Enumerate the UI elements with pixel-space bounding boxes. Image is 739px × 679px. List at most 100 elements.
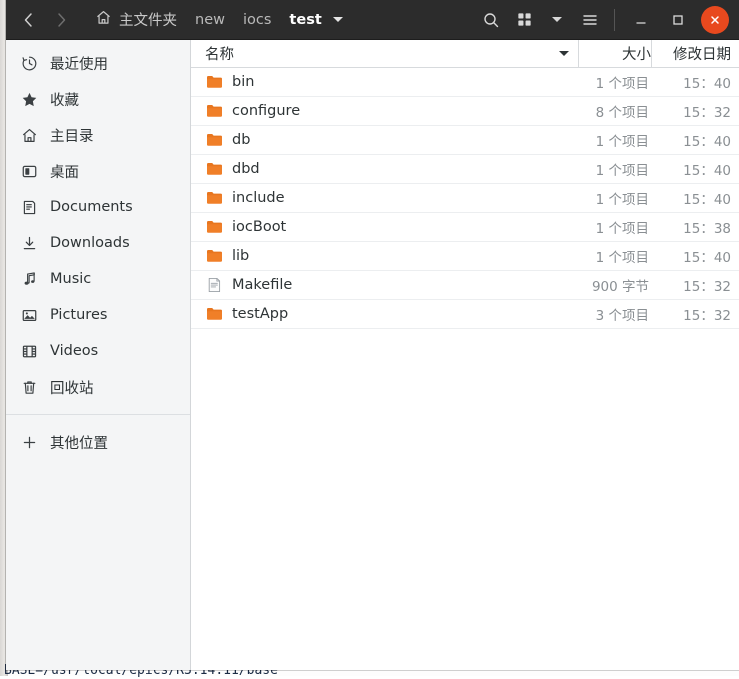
- table-row[interactable]: include1 个项目15：40: [191, 184, 739, 213]
- file-manager-window: 主文件夹 new iocs test: [6, 0, 739, 670]
- navigation-buttons: [6, 5, 76, 35]
- sidebar-label-pictures: Pictures: [50, 307, 107, 323]
- file-name-cell[interactable]: lib: [191, 248, 578, 264]
- sidebar-item-music[interactable]: Music: [6, 261, 190, 297]
- breadcrumb: 主文件夹 new iocs test: [86, 5, 352, 34]
- sidebar-label-trash: 回收站: [50, 377, 94, 398]
- breadcrumb-item-iocs[interactable]: iocs: [234, 8, 280, 32]
- breadcrumb-label-test: test: [289, 12, 321, 28]
- header-separator: [614, 9, 615, 31]
- forward-button[interactable]: [46, 5, 76, 35]
- sidebar-item-home[interactable]: 主目录: [6, 117, 190, 153]
- file-size-cell: 1 个项目: [578, 130, 651, 150]
- sidebar-item-pictures[interactable]: Pictures: [6, 297, 190, 333]
- breadcrumb-chevron-down-icon[interactable]: [333, 17, 343, 22]
- file-name-cell[interactable]: configure: [191, 103, 578, 119]
- folder-icon: [206, 103, 223, 119]
- chevron-down-icon[interactable]: [541, 5, 573, 35]
- file-size-cell: 1 个项目: [578, 246, 651, 266]
- file-name-cell[interactable]: db: [191, 132, 578, 148]
- search-icon[interactable]: [475, 5, 507, 35]
- breadcrumb-item-new[interactable]: new: [186, 8, 234, 32]
- sidebar-item-starred[interactable]: 收藏: [6, 81, 190, 117]
- header-bar: 主文件夹 new iocs test: [6, 0, 739, 40]
- file-size-cell: 900 字节: [578, 275, 651, 295]
- column-header-size-label: 大小: [622, 43, 651, 64]
- file-size-cell: 1 个项目: [578, 217, 651, 237]
- file-name-label: dbd: [232, 161, 260, 177]
- column-header-name[interactable]: 名称: [191, 40, 578, 67]
- text-file-icon: [206, 277, 223, 293]
- folder-icon: [206, 306, 223, 322]
- file-name-cell[interactable]: dbd: [191, 161, 578, 177]
- folder-icon: [206, 248, 223, 264]
- table-row[interactable]: iocBoot1 个项目15：38: [191, 213, 739, 242]
- table-row[interactable]: lib1 个项目15：40: [191, 242, 739, 271]
- sidebar-item-videos[interactable]: Videos: [6, 333, 190, 369]
- folder-icon: [206, 132, 223, 148]
- window-body: 最近使用 收藏 主目录: [6, 40, 739, 670]
- file-name-label: iocBoot: [232, 219, 286, 235]
- sidebar-item-documents[interactable]: Documents: [6, 189, 190, 225]
- file-list-pane: 名称 大小 修改日期 bin1 个项目15：40 configure8 个项目1…: [191, 40, 739, 670]
- document-icon: [20, 198, 38, 216]
- file-date-cell: 15：40: [651, 246, 739, 266]
- sidebar-label-home: 主目录: [50, 125, 94, 146]
- breadcrumb-item-home[interactable]: 主文件夹: [86, 5, 186, 34]
- music-note-icon: [20, 270, 38, 288]
- folder-icon: [206, 190, 223, 206]
- breadcrumb-item-test[interactable]: test: [280, 8, 351, 32]
- file-name-cell[interactable]: bin: [191, 74, 578, 90]
- sidebar-label-music: Music: [50, 271, 91, 287]
- sidebar-divider: [6, 414, 190, 415]
- sort-descending-icon[interactable]: [559, 51, 569, 56]
- file-name-label: bin: [232, 74, 254, 90]
- column-header-size[interactable]: 大小: [578, 40, 651, 67]
- table-row[interactable]: db1 个项目15：40: [191, 126, 739, 155]
- sidebar-label-documents: Documents: [50, 199, 133, 215]
- picture-icon: [20, 306, 38, 324]
- back-button[interactable]: [14, 5, 44, 35]
- sidebar-item-other-locations[interactable]: 其他位置: [6, 424, 190, 460]
- table-row[interactable]: dbd1 个项目15：40: [191, 155, 739, 184]
- close-button[interactable]: [701, 6, 729, 34]
- file-name-label: testApp: [232, 306, 288, 322]
- column-header-date-label: 修改日期: [673, 43, 739, 64]
- file-name-cell[interactable]: testApp: [191, 306, 578, 322]
- table-row[interactable]: testApp 3 个项目15：32: [191, 300, 739, 329]
- view-grid-icon[interactable]: [508, 5, 540, 35]
- sidebar-item-recent[interactable]: 最近使用: [6, 45, 190, 81]
- file-name-label: db: [232, 132, 250, 148]
- maximize-button[interactable]: [664, 6, 692, 34]
- file-list-rows: bin1 个项目15：40 configure8 个项目15：32 db1 个项…: [191, 68, 739, 329]
- sidebar-item-downloads[interactable]: Downloads: [6, 225, 190, 261]
- minimize-button[interactable]: [627, 6, 655, 34]
- breadcrumb-label-home: 主文件夹: [119, 9, 177, 30]
- file-date-cell: 15：32: [651, 275, 739, 295]
- sidebar-label-other-locations: 其他位置: [50, 432, 108, 453]
- sidebar-label-recent: 最近使用: [50, 53, 108, 74]
- download-icon: [20, 234, 38, 252]
- file-size-cell: 8 个项目: [578, 101, 651, 121]
- file-date-cell: 15：40: [651, 72, 739, 92]
- file-name-cell[interactable]: iocBoot: [191, 219, 578, 235]
- table-row[interactable]: configure8 个项目15：32: [191, 97, 739, 126]
- sidebar-item-desktop[interactable]: 桌面: [6, 153, 190, 189]
- file-name-cell[interactable]: include: [191, 190, 578, 206]
- file-size-cell: 1 个项目: [578, 188, 651, 208]
- file-name-cell[interactable]: Makefile: [191, 277, 578, 293]
- file-date-cell: 15：32: [651, 304, 739, 324]
- file-size-cell: 3 个项目: [578, 304, 651, 324]
- sidebar-label-starred: 收藏: [50, 89, 79, 110]
- sidebar-item-trash[interactable]: 回收站: [6, 369, 190, 405]
- trash-icon: [20, 378, 38, 396]
- table-row[interactable]: Makefile900 字节15：32: [191, 271, 739, 300]
- file-name-label: include: [232, 190, 285, 206]
- table-row[interactable]: bin1 个项目15：40: [191, 68, 739, 97]
- hamburger-menu-icon[interactable]: [574, 5, 606, 35]
- file-date-cell: 15：32: [651, 101, 739, 121]
- file-size-cell: 1 个项目: [578, 159, 651, 179]
- breadcrumb-label-new: new: [195, 12, 225, 28]
- clock-icon: [20, 54, 38, 72]
- column-header-date[interactable]: 修改日期: [651, 40, 739, 67]
